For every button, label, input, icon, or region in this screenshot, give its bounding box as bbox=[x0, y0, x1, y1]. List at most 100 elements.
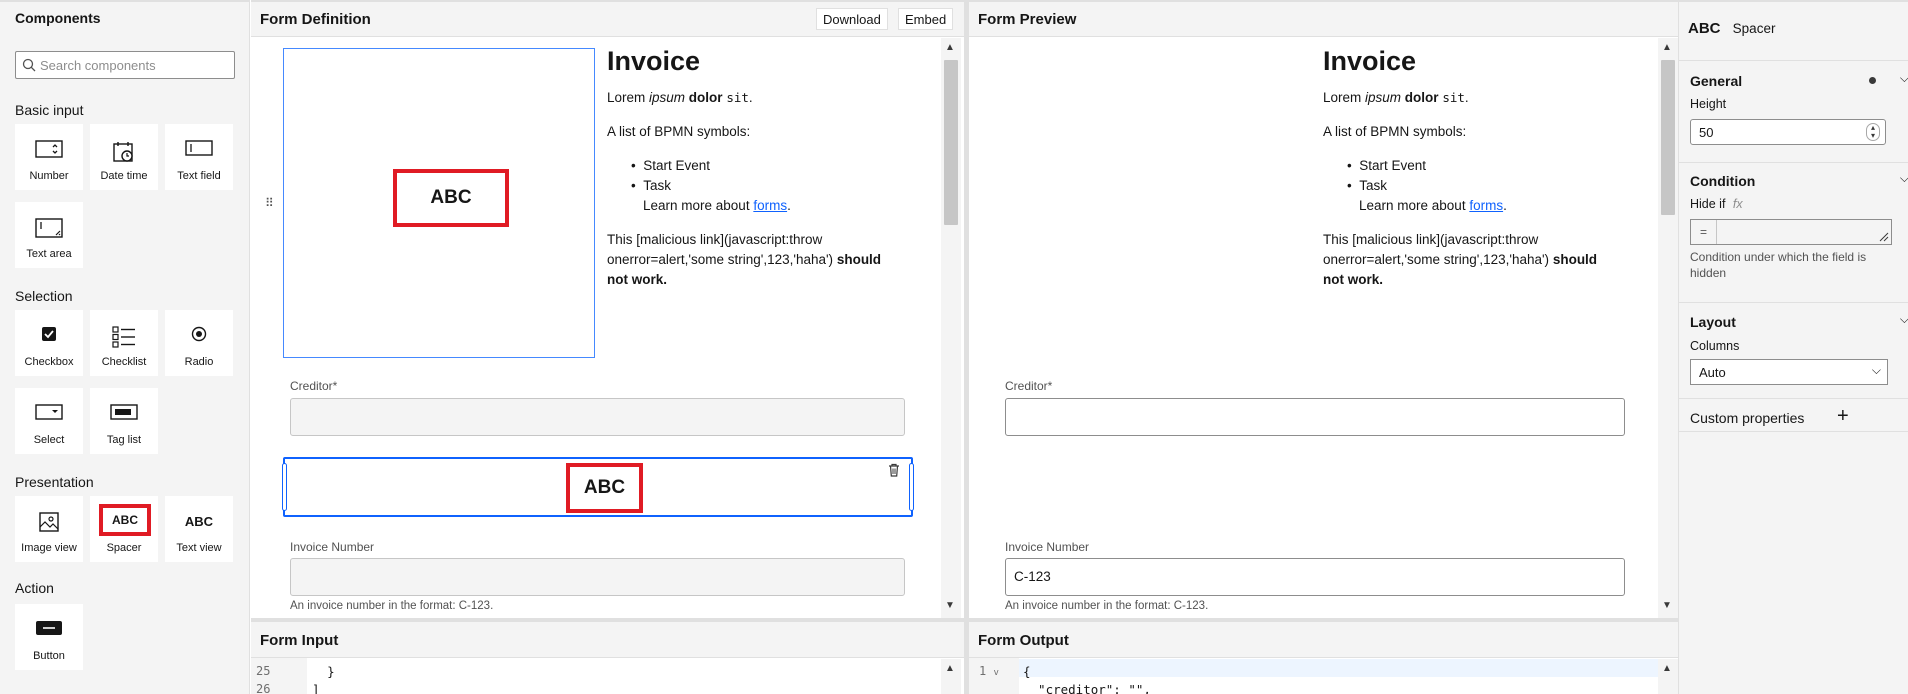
download-button[interactable]: Download bbox=[816, 8, 888, 30]
group-basic-input: Basic input bbox=[15, 102, 84, 118]
code-line[interactable]: ] bbox=[297, 682, 320, 694]
palette-title: Components bbox=[15, 10, 101, 26]
preview-scrollbar[interactable]: ▲ ▼ bbox=[1658, 38, 1678, 618]
creditor-field[interactable] bbox=[290, 398, 905, 436]
forms-link[interactable]: forms bbox=[1469, 198, 1503, 213]
chevron-down-icon[interactable]: ⌵ bbox=[1900, 312, 1908, 327]
drag-handle-icon[interactable]: ⠿ bbox=[265, 196, 274, 210]
scroll-up-icon[interactable]: ▲ bbox=[1662, 42, 1672, 53]
code-line[interactable]: } bbox=[297, 664, 335, 679]
palette-item-label: Checkbox bbox=[24, 356, 74, 368]
scroll-thumb[interactable] bbox=[944, 60, 958, 225]
fold-icon[interactable]: v bbox=[993, 668, 998, 678]
form-heading: Invoice bbox=[1323, 46, 1417, 76]
spacer-placeholder-image: ABC bbox=[393, 169, 509, 227]
delete-icon[interactable] bbox=[887, 463, 901, 477]
layout-heading[interactable]: Layout bbox=[1690, 314, 1736, 330]
scroll-up-icon[interactable]: ▲ bbox=[945, 42, 955, 53]
mal-line-3: not work. bbox=[607, 272, 667, 287]
scroll-up-icon[interactable]: ▲ bbox=[945, 663, 955, 674]
text-view-icon-text: ABC bbox=[184, 514, 214, 529]
palette-item-label: Checklist bbox=[101, 356, 147, 368]
scroll-up-icon[interactable]: ▲ bbox=[1662, 663, 1672, 674]
forms-link[interactable]: forms bbox=[753, 198, 787, 213]
palette-item-radio[interactable]: Radio bbox=[165, 310, 233, 376]
palette-item-textarea[interactable]: Text area bbox=[15, 202, 83, 268]
palette-item-select[interactable]: Select bbox=[15, 388, 83, 454]
palette-item-textfield[interactable]: Text field bbox=[165, 124, 233, 190]
number-icon bbox=[35, 140, 63, 158]
palette-item-taglist[interactable]: Tag list bbox=[90, 388, 158, 454]
form-heading: Invoice bbox=[607, 46, 701, 76]
mal-line-3: not work. bbox=[1323, 272, 1383, 287]
hide-if-label: Hide if fx bbox=[1690, 197, 1743, 211]
scroll-down-icon[interactable]: ▼ bbox=[945, 600, 955, 611]
input-header: Form Input bbox=[251, 622, 964, 658]
palette-item-datetime[interactable]: Date time bbox=[90, 124, 158, 190]
chevron-down-icon[interactable]: ⌵ bbox=[1900, 71, 1908, 86]
resize-handle-right[interactable] bbox=[909, 463, 914, 511]
palette-item-checklist[interactable]: Checklist bbox=[90, 310, 158, 376]
line-number-text: 1 bbox=[979, 664, 987, 678]
condition-description: Condition under which the field is hidde… bbox=[1690, 250, 1867, 280]
add-icon[interactable]: + bbox=[1837, 405, 1849, 428]
chevron-down-icon[interactable]: ⌵ bbox=[1900, 171, 1908, 186]
form-paragraph-3: This [malicious link](javascript:throw o… bbox=[1323, 230, 1643, 290]
invoice-number-field[interactable] bbox=[290, 558, 905, 596]
condition-section: Condition ⌵ Hide if fx = Condition under… bbox=[1679, 162, 1908, 302]
palette-item-label: Date time bbox=[100, 170, 148, 182]
palette-item-label: Text area bbox=[26, 248, 72, 260]
spacer-text: ABC bbox=[583, 477, 626, 498]
line-number: 26 bbox=[256, 682, 271, 694]
definition-scrollbar[interactable]: ▲ ▼ bbox=[941, 38, 961, 618]
text-field-icon bbox=[185, 140, 213, 156]
palette-item-number[interactable]: Number bbox=[15, 124, 83, 190]
custom-properties-section: Custom properties + bbox=[1679, 398, 1908, 432]
chevron-down-icon: ⌵ bbox=[1871, 363, 1881, 377]
palette-item-textview[interactable]: ABC Text view bbox=[165, 496, 233, 562]
properties-header: ABC Spacer bbox=[1688, 20, 1775, 37]
form-input-pane: Form Input 25 26 } ] ▲ bbox=[251, 618, 964, 694]
stepper-icon[interactable]: ▴ ▾ bbox=[1866, 123, 1880, 141]
search-icon bbox=[22, 58, 36, 72]
palette-item-spacer[interactable]: ABC Spacer bbox=[90, 496, 158, 562]
code-line[interactable]: { bbox=[1023, 664, 1031, 679]
palette-item-checkbox[interactable]: Checkbox bbox=[15, 310, 83, 376]
columns-select[interactable]: Auto ⌵ bbox=[1690, 359, 1888, 385]
search-input[interactable] bbox=[40, 52, 230, 78]
form-paragraph-1: Lorem ipsum dolor sit. bbox=[1323, 88, 1469, 108]
text-area-icon bbox=[35, 218, 63, 238]
code-line[interactable]: "creditor": "", bbox=[1023, 682, 1151, 694]
spacer-placeholder-selected: ABC bbox=[566, 463, 643, 513]
palette-item-label: Radio bbox=[184, 356, 214, 368]
invoice-number-input[interactable]: C-123 bbox=[1005, 558, 1625, 596]
embed-button[interactable]: Embed bbox=[898, 8, 954, 30]
height-input[interactable]: 50 ▴ ▾ bbox=[1690, 119, 1886, 145]
hide-if-input[interactable]: = bbox=[1690, 219, 1892, 245]
creditor-input[interactable] bbox=[1005, 398, 1625, 436]
palette-item-button[interactable]: Button bbox=[15, 604, 83, 670]
palette-item-imageview[interactable]: Image view bbox=[15, 496, 83, 562]
mal-line-2b: should bbox=[836, 252, 882, 267]
custom-properties-heading[interactable]: Custom properties bbox=[1690, 410, 1804, 426]
expression-prefix: = bbox=[1691, 220, 1717, 244]
general-section: General ⌵ Height 50 ▴▾ bbox=[1679, 60, 1908, 162]
component-palette: Components Basic input Number Date time … bbox=[0, 0, 250, 694]
palette-search[interactable] bbox=[15, 51, 235, 79]
output-scrollbar[interactable]: ▲ bbox=[1658, 659, 1678, 694]
p1-code: sit bbox=[1442, 90, 1465, 105]
invoice-number-label: Invoice Number bbox=[290, 540, 375, 554]
scroll-thumb[interactable] bbox=[1661, 60, 1675, 215]
palette-item-label: Tag list bbox=[106, 434, 142, 446]
learn-more-period: . bbox=[787, 198, 791, 213]
general-heading[interactable]: General bbox=[1690, 73, 1742, 89]
component-type-name: Spacer bbox=[1732, 21, 1776, 36]
condition-heading[interactable]: Condition bbox=[1690, 173, 1755, 189]
p1-text: Lorem bbox=[1323, 90, 1366, 105]
resize-icon[interactable] bbox=[1877, 230, 1889, 242]
resize-handle-left[interactable] bbox=[282, 463, 287, 511]
radio-icon bbox=[191, 326, 207, 342]
scroll-down-icon[interactable]: ▼ bbox=[1662, 600, 1672, 611]
tag-list-icon bbox=[110, 404, 138, 420]
input-scrollbar[interactable]: ▲ bbox=[941, 659, 961, 694]
